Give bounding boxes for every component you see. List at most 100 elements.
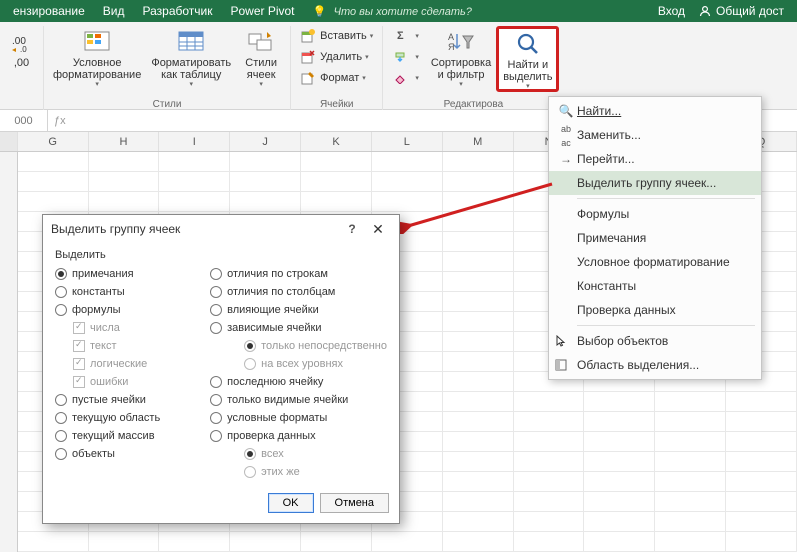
- svg-text:.0: .0: [20, 45, 27, 52]
- opt-comments[interactable]: примечания: [55, 265, 194, 283]
- cell-styles-icon: [246, 29, 276, 55]
- opt-alllevels: на всех уровнях: [244, 355, 387, 373]
- opt-condfmt[interactable]: условные форматы: [210, 409, 387, 427]
- find-select-menu: 🔍Найти... abacЗаменить... →Перейти... Вы…: [548, 96, 762, 380]
- bulb-icon: 💡: [313, 6, 327, 18]
- opt-dependents[interactable]: зависимые ячейки: [210, 319, 387, 337]
- sigma-icon: Σ: [392, 28, 408, 44]
- opt-allv: всех: [244, 445, 387, 463]
- menu-selection-pane[interactable]: Область выделения...: [549, 353, 761, 377]
- menu-constants[interactable]: Константы: [549, 274, 761, 298]
- opt-blanks[interactable]: пустые ячейки: [55, 391, 194, 409]
- cell-styles-button[interactable]: Стили ячеек▾: [236, 26, 286, 92]
- chk-logical: логические: [73, 355, 194, 373]
- magnifier-icon: [513, 31, 543, 57]
- menu-validation[interactable]: Проверка данных: [549, 298, 761, 322]
- pointer-icon: [555, 335, 577, 347]
- name-box[interactable]: 000: [0, 110, 48, 131]
- menu-formulas[interactable]: Формулы: [549, 202, 761, 226]
- dialog-titlebar: Выделить группу ячеек ? ✕: [43, 215, 399, 243]
- tab-developer[interactable]: Разработчик: [134, 0, 222, 22]
- opt-region[interactable]: текущую область: [55, 409, 194, 427]
- col-header[interactable]: J: [230, 132, 301, 151]
- goto-special-dialog: Выделить группу ячеек ? ✕ Выделить приме…: [42, 214, 400, 524]
- opt-constants[interactable]: константы: [55, 283, 194, 301]
- cancel-button[interactable]: Отмена: [320, 493, 389, 513]
- ribbon-tabs: ензирование Вид Разработчик Power Pivot …: [0, 0, 797, 22]
- col-header[interactable]: G: [18, 132, 89, 151]
- ribbon: ензирование Вид Разработчик Power Pivot …: [0, 0, 797, 110]
- fill-button[interactable]: ▾: [387, 47, 424, 67]
- tab-review[interactable]: ензирование: [4, 0, 94, 22]
- table-icon: [176, 29, 206, 55]
- login-link[interactable]: Вход: [649, 0, 694, 22]
- tell-me[interactable]: 💡 Что вы хотите сделать?: [304, 0, 481, 22]
- tab-view[interactable]: Вид: [94, 0, 134, 22]
- dialog-close-button[interactable]: ✕: [365, 221, 391, 238]
- col-header[interactable]: K: [301, 132, 372, 151]
- conditional-formatting-button[interactable]: Условное форматирование▾: [48, 26, 146, 92]
- group-label: Выделить: [55, 249, 387, 261]
- autosum-button[interactable]: Σ▾: [387, 26, 424, 46]
- opt-validation[interactable]: проверка данных: [210, 427, 387, 445]
- menu-goto-special[interactable]: Выделить группу ячеек...: [549, 171, 761, 195]
- menu-condfmt[interactable]: Условное форматирование: [549, 250, 761, 274]
- ok-button[interactable]: OK: [268, 493, 314, 513]
- menu-comments[interactable]: Примечания: [549, 226, 761, 250]
- col-header[interactable]: M: [443, 132, 514, 151]
- format-cells-button[interactable]: Формат▾: [295, 68, 378, 88]
- delete-cells-button[interactable]: Удалить▾: [295, 47, 378, 67]
- clear-button[interactable]: ▾: [387, 68, 424, 88]
- opt-same: этих же: [244, 463, 387, 481]
- format-icon: [300, 70, 316, 86]
- dialog-title: Выделить группу ячеек: [51, 222, 339, 236]
- chk-text: текст: [73, 337, 194, 355]
- pane-icon: [555, 359, 577, 371]
- opt-formulas[interactable]: формулы: [55, 301, 194, 319]
- opt-visible[interactable]: только видимые ячейки: [210, 391, 387, 409]
- menu-separator: [577, 198, 755, 199]
- col-header[interactable]: I: [159, 132, 230, 151]
- share-link[interactable]: Общий дост: [716, 0, 793, 22]
- col-header[interactable]: L: [372, 132, 443, 151]
- delete-icon: [300, 49, 316, 65]
- menu-replace[interactable]: abacЗаменить...: [549, 123, 761, 147]
- svg-text:Я: Я: [448, 42, 455, 52]
- opt-objects[interactable]: объекты: [55, 445, 194, 463]
- conditional-formatting-icon: [82, 29, 112, 55]
- chk-errors: ошибки: [73, 373, 194, 391]
- search-icon: 🔍: [555, 104, 577, 118]
- goto-icon: →: [555, 152, 577, 166]
- group-label-styles: Стили: [153, 99, 182, 110]
- opt-direct: только непосредственно: [244, 337, 387, 355]
- find-select-button[interactable]: Найти и выделить▾: [496, 26, 559, 92]
- sort-filter-icon: AЯ: [446, 29, 476, 55]
- format-as-table-button[interactable]: Форматировать как таблицу▾: [146, 26, 236, 92]
- menu-separator: [577, 325, 755, 326]
- col-header[interactable]: H: [89, 132, 160, 151]
- sort-filter-button[interactable]: AЯ Сортировка и фильтр▾: [426, 26, 496, 92]
- opt-lastcell[interactable]: последнюю ячейку: [210, 373, 387, 391]
- dialog-help-button[interactable]: ?: [339, 222, 365, 236]
- fx-icon[interactable]: ƒx: [48, 115, 72, 127]
- user-icon: [698, 4, 712, 18]
- number-decrease-decimal[interactable]: .00.0 ,00: [0, 26, 47, 92]
- insert-icon: [300, 28, 316, 44]
- fill-down-icon: [392, 49, 408, 65]
- tab-powerpivot[interactable]: Power Pivot: [221, 0, 303, 22]
- opt-array[interactable]: текущий массив: [55, 427, 194, 445]
- chk-numbers: числа: [73, 319, 194, 337]
- menu-goto[interactable]: →Перейти...: [549, 147, 761, 171]
- select-all-corner[interactable]: [0, 132, 18, 151]
- insert-cells-button[interactable]: Вставить▾: [295, 26, 378, 46]
- eraser-icon: [392, 70, 408, 86]
- menu-select-objects[interactable]: Выбор объектов: [549, 329, 761, 353]
- group-label-editing: Редактирова: [444, 99, 504, 110]
- opt-rowdiff[interactable]: отличия по строкам: [210, 265, 387, 283]
- opt-precedents[interactable]: влияющие ячейки: [210, 301, 387, 319]
- replace-icon: abac: [555, 121, 577, 149]
- group-label-cells: Ячейки: [320, 99, 354, 110]
- menu-find[interactable]: 🔍Найти...: [549, 99, 761, 123]
- svg-text:A: A: [448, 32, 454, 42]
- opt-coldiff[interactable]: отличия по столбцам: [210, 283, 387, 301]
